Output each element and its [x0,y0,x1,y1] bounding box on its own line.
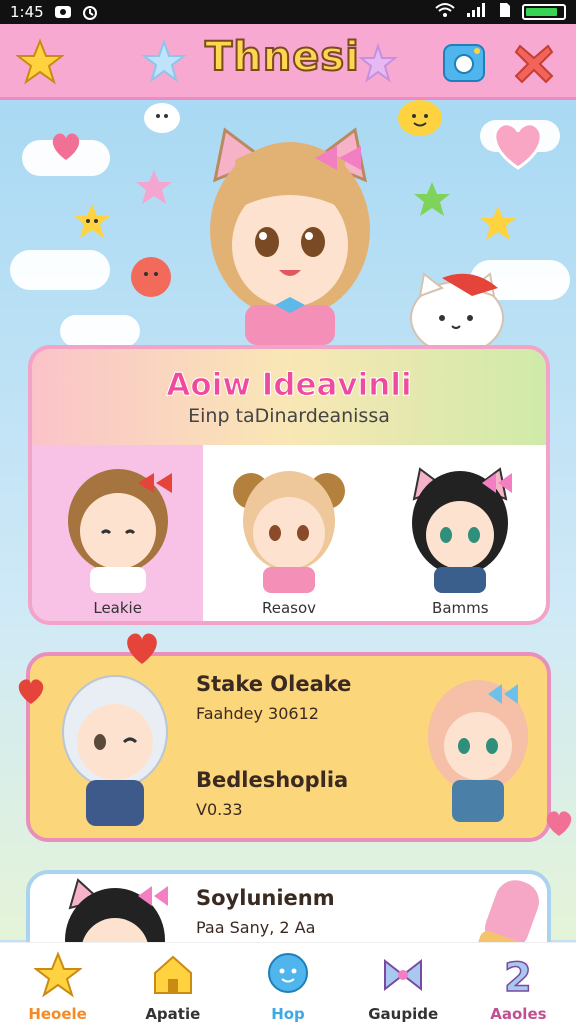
heart-icon [18,679,44,704]
character-avatar [232,471,345,593]
heart-icon [546,811,572,836]
featured-card[interactable]: Aoiw Ideavinli Einp taDinardeanissa Leak… [28,345,550,625]
app-header: Thnesi [0,24,576,100]
smiley-star-icon [136,170,172,204]
character-name: Reasov [261,599,317,617]
star-icon [16,38,64,85]
story-character-left [62,675,168,826]
chat-bubble-icon [268,953,308,993]
notification-icon [54,5,72,19]
heart-icon [127,633,157,664]
story-title: Stake Oleake [196,672,352,696]
nav-item-bow[interactable]: Gaupide [346,943,461,1024]
sync-icon [82,5,100,20]
pink-star-icon [358,43,398,83]
heart-icon [493,122,543,170]
blue-star-icon [141,39,187,83]
sparkle-star-deco [138,36,190,88]
smiley-star-icon [480,206,516,240]
story-card[interactable]: Stake Oleake Faahdey 30612 Bedleshoplia … [26,652,551,842]
secondary-title: Soylunienm [196,886,335,910]
status-bar: 1:45 [0,0,576,24]
camera-button[interactable] [438,36,490,88]
signal-icon [466,2,488,22]
pink-star-deco [352,38,404,90]
character-name: Leakie [93,599,142,617]
smiley-flower-icon [131,257,171,297]
nav-label: Aaoles [490,1005,547,1023]
nav-item-profile[interactable]: 2 Aaoles [461,943,576,1024]
close-button[interactable] [508,36,560,88]
story-character-right [428,680,528,822]
svg-text:2: 2 [504,955,532,999]
cat-mascot [410,272,504,355]
sim-icon [498,2,512,22]
featured-subtitle: Einp taDinardeanissa [188,405,390,427]
star-icon [33,951,82,998]
camera-icon [443,44,485,82]
nav-label: Apatie [145,1005,201,1023]
app-title: Thnesi [204,33,360,81]
nav-item-house[interactable]: Apatie [115,943,230,1024]
nav-item-chat[interactable]: Hop [230,943,345,1024]
nav-item-home[interactable]: Heoele [0,943,115,1024]
house-icon [153,955,192,994]
character-avatar [412,467,513,593]
smiley-star-icon [414,182,450,216]
nav-label: Gaupide [368,1005,439,1023]
battery-icon [522,4,566,20]
secondary-subtitle: Paa Sany, 2 Aa [196,918,316,937]
smiley-bubble-icon [398,100,442,136]
bottom-navigation: Heoele Apatie Hop Gaupide 2 Aaoles [0,942,576,1024]
cloud [60,315,140,347]
character-card[interactable]: Bamms [374,445,546,621]
character-name: Bamms [432,599,489,617]
close-icon [514,44,554,84]
character-grid: Leakie Reasov Bamms [32,445,546,621]
nav-label: Hop [271,1005,305,1023]
bow-icon [384,958,423,992]
hero-character [210,127,370,345]
heart-icon [52,133,80,160]
chat-bubble-icon [144,103,180,133]
cloud [10,250,110,290]
smiley-star-icon [74,204,110,238]
story-title-secondary: Bedleshoplia [196,768,349,792]
featured-title: Aoiw Ideavinli [166,367,412,404]
character-card[interactable]: Reasov [203,445,375,621]
character-avatar [67,469,172,593]
wifi-icon [434,2,456,22]
story-subtitle: Faahdey 30612 [196,704,319,723]
character-card[interactable]: Leakie [32,445,204,621]
number-two-icon: 2 [504,954,533,999]
star-menu-button[interactable] [14,36,66,88]
nav-label: Heoele [28,1005,87,1023]
story-version: V0.33 [196,800,243,819]
clock: 1:45 [10,3,44,21]
